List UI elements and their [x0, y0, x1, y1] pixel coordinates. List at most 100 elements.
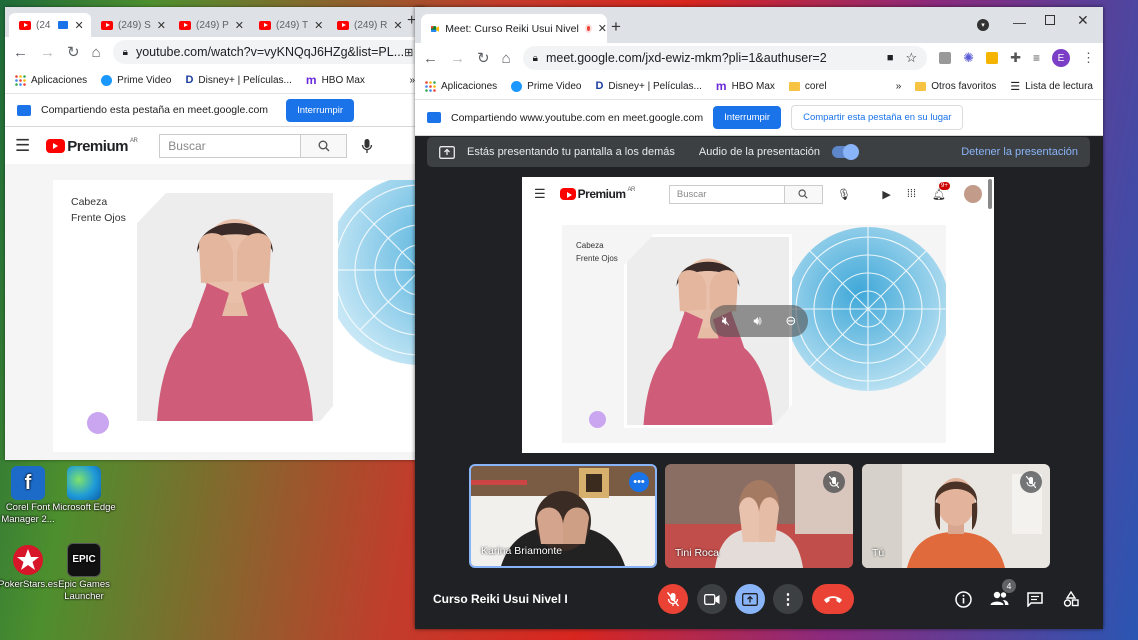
bookmark-label: corel [804, 80, 827, 92]
extensions-puzzle-icon[interactable]: ✚ [1010, 50, 1021, 66]
tab-label: Meet: Curso Reiki Usui Nivel [445, 22, 579, 35]
profile-avatar[interactable]: E [1052, 49, 1070, 67]
stop-sharing-button[interactable]: Interrumpir [713, 106, 782, 129]
forward-icon[interactable]: → [450, 50, 465, 67]
bookmark-prime-video[interactable]: Prime Video [511, 80, 581, 92]
extension-icon[interactable] [986, 52, 999, 64]
meeting-info-button[interactable] [955, 591, 972, 608]
url-text: youtube.com/watch?v=vyKNQqJ6HZg&list=PL.… [135, 45, 405, 59]
bookmark-corel[interactable]: corel [788, 80, 827, 92]
video-area[interactable]: Cabeza Frente Ojos [5, 164, 425, 460]
bookmark-hbo-max[interactable]: m HBO Max [306, 73, 365, 87]
close-tab-icon[interactable]: ✕ [393, 19, 402, 32]
remove-icon[interactable]: ⊖ [785, 313, 796, 329]
bookmark-disney[interactable]: D Disney+ | Películas... [185, 74, 291, 86]
address-bar[interactable]: 🔒︎ youtube.com/watch?v=vyKNQqJ6HZg&list=… [112, 40, 425, 64]
search-input[interactable]: Buscar [159, 134, 302, 158]
youtube-play-icon [46, 139, 66, 153]
volume-icon[interactable]: 🔊︎ [754, 313, 762, 329]
tab[interactable]: (249) P ✕ [169, 13, 249, 37]
reload-icon[interactable]: ↻ [477, 49, 490, 67]
media-control-icon[interactable]: ≡ [1033, 51, 1040, 65]
forward-icon[interactable]: → [40, 44, 55, 61]
participant-name: Tini Roca [675, 547, 719, 559]
more-options-button[interactable]: ⋮ [773, 584, 803, 614]
tab-meet[interactable]: Meet: Curso Reiki Usui Nivel ✕ [421, 14, 607, 43]
lock-icon: 🔒︎ [122, 46, 128, 58]
sharing-bar: Compartiendo www.youtube.com en meet.goo… [415, 99, 1103, 136]
presentation-audio-toggle[interactable] [832, 144, 860, 160]
participant-tile-tini[interactable]: Tini Roca [665, 464, 853, 568]
menu-icon[interactable]: ☰ [15, 136, 30, 156]
bookmark-apps[interactable]: Aplicaciones [15, 75, 87, 86]
search-button[interactable] [301, 134, 348, 158]
extension-icon[interactable] [939, 52, 952, 64]
participants-button[interactable]: 4 [990, 579, 1016, 606]
desktop-icon-epic[interactable]: EPIC Epic Games Launcher [49, 543, 119, 603]
participant-tile-you[interactable]: Tú [862, 464, 1050, 568]
kebab-menu-icon[interactable]: ⋮ [1082, 50, 1095, 66]
activities-button[interactable] [1063, 591, 1079, 607]
photo-woman-covering-eyes [137, 193, 333, 421]
install-icon[interactable]: ⊞ [404, 46, 413, 59]
bookmarks-overflow-button[interactable]: » [896, 81, 902, 92]
search-icon [798, 189, 808, 199]
tab[interactable]: (249) R ✕ [327, 13, 407, 37]
mic-toggle-button[interactable] [658, 584, 688, 614]
close-tab-icon[interactable]: ✕ [598, 22, 607, 35]
tab[interactable]: (249) T ✕ [249, 13, 327, 37]
sharing-text: Compartiendo www.youtube.com en meet.goo… [451, 111, 704, 124]
close-tab-icon[interactable]: ✕ [314, 19, 323, 32]
slide-caption-line: Cabeza [576, 241, 604, 250]
minimize-icon[interactable]: — [1013, 15, 1026, 30]
bookmark-apps[interactable]: Aplicaciones [425, 81, 497, 92]
close-tab-icon[interactable]: ✕ [157, 19, 166, 32]
tab-active[interactable]: (24 ✕ [9, 13, 91, 37]
bookmark-disney[interactable]: D Disney+ | Películas... [595, 80, 701, 92]
mute-participant-icon[interactable]: 🔇︎ [722, 313, 730, 329]
region-label: AR [129, 137, 138, 144]
bookmark-prime-video[interactable]: Prime Video [101, 74, 171, 86]
stop-sharing-button[interactable]: Interrumpir [286, 98, 354, 122]
tab-search-icon[interactable]: ▾ [977, 19, 989, 31]
maximize-icon[interactable] [1045, 15, 1055, 25]
present-screen-icon [742, 592, 758, 606]
bookmark-star-icon[interactable]: ☆ [906, 50, 918, 66]
address-bar[interactable]: 🔒︎ meet.google.com/jxd-ewiz-mkm?pli=1&au… [522, 46, 928, 70]
back-icon[interactable]: ← [423, 50, 438, 67]
stop-presenting-button[interactable]: Detener la presentación [961, 146, 1078, 158]
share-this-tab-button[interactable]: Compartir esta pestaña en su lugar [791, 105, 964, 130]
more-options-icon[interactable]: ••• [629, 472, 649, 492]
leave-call-button[interactable] [812, 584, 854, 614]
bookmark-label: HBO Max [321, 74, 365, 86]
back-icon[interactable]: ← [13, 44, 28, 61]
bookmark-other-favorites[interactable]: Otros favoritos [915, 81, 996, 92]
tab[interactable]: (249) S ✕ [91, 13, 169, 37]
youtube-tab-icon [179, 20, 191, 30]
close-window-icon[interactable]: ✕ [1077, 12, 1089, 29]
extension-icon[interactable]: ✺ [963, 50, 974, 66]
bookmark-hbo-max[interactable]: m HBO Max [716, 79, 775, 93]
desktop-icon-edge[interactable]: Microsoft Edge [49, 466, 119, 514]
chat-button[interactable] [1027, 592, 1043, 607]
close-tab-icon[interactable]: ✕ [74, 19, 83, 32]
close-tab-icon[interactable]: ✕ [235, 19, 244, 32]
new-tab-icon[interactable]: + [611, 17, 621, 37]
slide-caption-line: Frente Ojos [71, 212, 126, 224]
microphone-icon[interactable] [361, 138, 373, 154]
region-label: AR [627, 187, 636, 193]
camera-permission-icon[interactable]: ■ [887, 52, 894, 64]
present-button[interactable] [735, 584, 765, 614]
camera-toggle-button[interactable] [697, 584, 727, 614]
bookmark-reading-list[interactable]: ☰ Lista de lectura [1010, 80, 1093, 93]
disney-icon: D [185, 74, 194, 86]
inner-youtube-header: ☰ Premium AR Buscar 🎙︎ ▶ ⁞⁞⁞ 🔔︎ 9+ [522, 177, 994, 211]
participant-tile-karina[interactable]: ••• Karina Briamonte [469, 464, 657, 568]
home-icon[interactable]: ⌂ [92, 44, 101, 61]
youtube-play-icon [559, 188, 576, 200]
youtube-premium-logo[interactable]: Premium AR [46, 137, 138, 155]
home-icon[interactable]: ⌂ [502, 50, 511, 67]
bookmark-label: Aplicaciones [31, 74, 88, 86]
reload-icon[interactable]: ↻ [67, 43, 80, 61]
lock-icon: 🔒︎ [532, 52, 538, 64]
